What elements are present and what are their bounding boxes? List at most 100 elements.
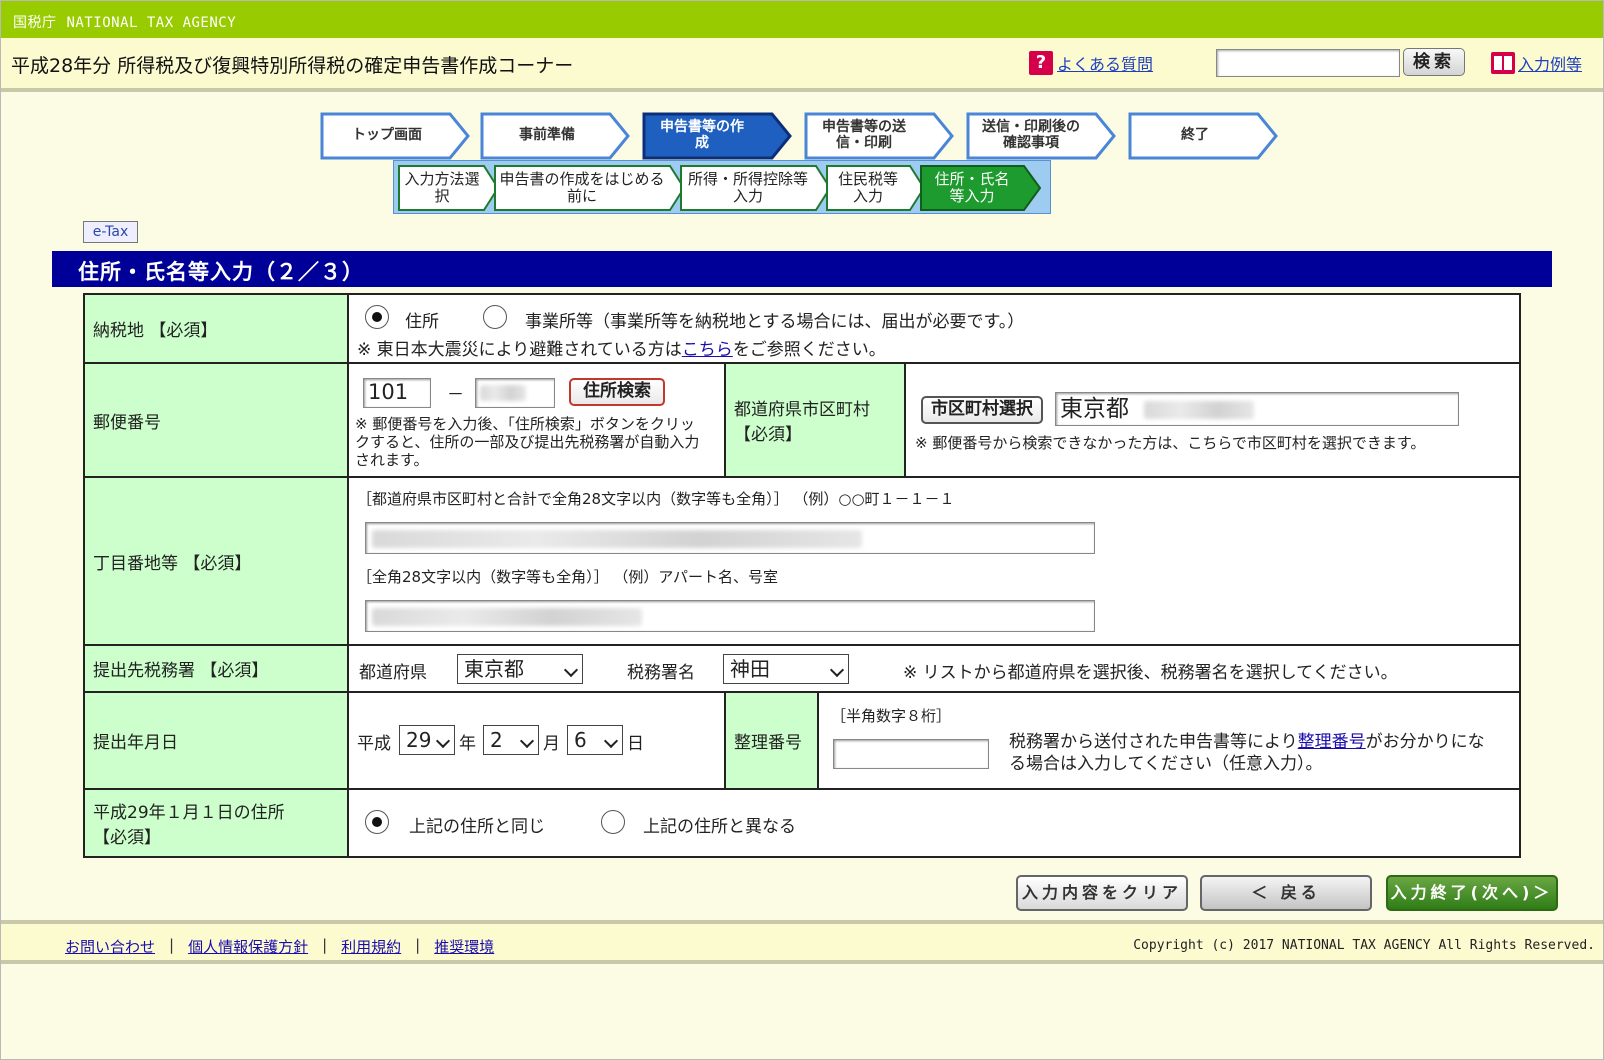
chome-label: 丁目番地等 【必須】 <box>85 478 349 644</box>
nozeichi-label: 納税地 【必須】 <box>85 295 349 362</box>
step-label: 終了 <box>1181 127 1209 143</box>
date-day-unit: 日 <box>627 734 644 754</box>
row-tax-office: 提出先税務署 【必須】 都道府県 東京都 税務署名 神田 ※ リストから都道府県… <box>85 646 1519 693</box>
tax-office-note: ※ リストから都道府県を選択後、税務署名を選択してください。 <box>903 663 1398 683</box>
chevron-down-icon <box>829 662 845 678</box>
redacted-value <box>372 608 642 626</box>
tax-office-pref-label: 都道府県 <box>359 663 427 683</box>
seiri-input[interactable] <box>833 739 989 769</box>
chevron-down-icon <box>519 733 535 749</box>
page-title: 平成28年分 所得税及び復興特別所得税の確定申告書作成コーナー <box>11 55 574 77</box>
tax-office-pref-value: 東京都 <box>464 657 524 681</box>
footer-separator: | <box>322 936 328 954</box>
chevron-down-icon <box>603 733 619 749</box>
seiri-label: 整理番号 <box>724 693 819 788</box>
prefecture-city-label-line2: 【必須】 <box>734 425 802 445</box>
question-icon: ? <box>1029 51 1053 75</box>
date-month-select[interactable]: 2 <box>483 725 539 755</box>
date-year-unit: 年 <box>459 734 476 754</box>
row-date: 提出年月日 平成 29 年 2 月 6 日 整理番号 ［半角数字８桁］ 税務署か… <box>85 693 1519 790</box>
clear-button[interactable]: 入力内容をクリア <box>1016 875 1188 911</box>
chome-hint2: ［全角28文字以内（数字等も全角）］ （例）アパート名、号室 <box>357 568 779 586</box>
search-input[interactable] <box>1216 49 1400 77</box>
postal-label: 郵便番号 <box>85 364 349 476</box>
tax-office-name-label: 税務署名 <box>627 663 695 683</box>
example-label[interactable]: 入力例等 <box>1518 51 1582 75</box>
row-nozeichi: 納税地 【必須】 住所 事業所等（事業所等を納税地とする場合には、届出が必要です… <box>85 295 1519 364</box>
faq-label[interactable]: よくある質問 <box>1057 51 1153 75</box>
address-form: 納税地 【必須】 住所 事業所等（事業所等を納税地とする場合には、届出が必要です… <box>83 293 1521 858</box>
redacted-value <box>1144 401 1254 419</box>
jan1-radio-different[interactable] <box>601 810 625 834</box>
substep-label: 申告書の作成をはじめる前に <box>499 170 665 205</box>
date-day-select[interactable]: 6 <box>567 725 623 755</box>
postal-code-second[interactable] <box>475 378 555 408</box>
date-month-unit: 月 <box>543 734 560 754</box>
chome-input2[interactable] <box>365 600 1095 632</box>
agency-name-en: NATIONAL TAX AGENCY <box>66 15 237 31</box>
copyright: Copyright (c) 2017 NATIONAL TAX AGENCY A… <box>1133 938 1595 953</box>
jan1-label-line2: 【必須】 <box>93 828 161 848</box>
search-button[interactable]: 検索 <box>1403 48 1465 76</box>
etax-badge: e-Tax <box>83 221 138 243</box>
faq-link[interactable]: ? よくある質問 <box>1029 51 1153 75</box>
chome-input1[interactable] <box>365 522 1095 554</box>
footer-link-terms[interactable]: 利用規約 <box>341 936 401 957</box>
prefecture-value: 東京都 <box>1060 396 1129 422</box>
agency-bar: 国税庁 NATIONAL TAX AGENCY <box>1 1 1603 38</box>
book-icon <box>1491 52 1515 74</box>
seiri-hint: ［半角数字８桁］ <box>831 707 952 725</box>
jan1-label: 平成29年１月１日の住所 【必須】 <box>85 790 349 856</box>
chevron-down-icon <box>435 733 451 749</box>
date-label: 提出年月日 <box>85 693 349 788</box>
nozeichi-radio-office[interactable] <box>483 305 507 329</box>
date-month-value: 2 <box>490 728 503 752</box>
city-select-button[interactable]: 市区町村選択 <box>921 396 1043 424</box>
prefecture-city-input[interactable]: 東京都 <box>1055 392 1459 426</box>
footer-separator: | <box>415 936 421 954</box>
row-chome: 丁目番地等 【必須】 ［都道府県市区町村と合計で全角28文字以内（数字等も全角）… <box>85 478 1519 646</box>
prefecture-city-note: ※ 郵便番号から検索できなかった方は、こちらで市区町村を選択できます。 <box>915 434 1426 452</box>
footer-links: お問い合わせ | 個人情報保護方針 | 利用規約 | 推奨環境 <box>65 936 494 957</box>
footer-link-environment[interactable]: 推奨環境 <box>434 936 494 957</box>
date-day-value: 6 <box>574 728 587 752</box>
chome-hint1: ［都道府県市区町村と合計で全角28文字以内（数字等も全角）］ （例）○○町１－１… <box>357 490 955 508</box>
postal-note: ※ 郵便番号を入力後、「住所検索」ボタンをクリックすると、住所の一部及び提出先税… <box>355 415 700 469</box>
date-year-value: 29 <box>406 728 432 752</box>
example-link[interactable]: 入力例等 <box>1491 51 1582 75</box>
prefecture-city-label: 都道府県市区町村 【必須】 <box>724 364 906 476</box>
next-button[interactable]: 入力終了(次へ)＞ <box>1386 875 1558 911</box>
row-postal: 郵便番号 101 － 住所検索 ※ 郵便番号を入力後、「住所検索」ボタンをクリッ… <box>85 364 1519 478</box>
substep-label: 入力方法選択 <box>404 170 480 205</box>
nozeichi-note: ※ 東日本大震災により避難されている方はこちらをご参照ください。 <box>357 335 886 360</box>
postal-dash: － <box>447 385 464 405</box>
tax-office-pref-select[interactable]: 東京都 <box>457 654 583 684</box>
title-bar: 平成28年分 所得税及び復興特別所得税の確定申告書作成コーナー ? よくある質問… <box>1 38 1603 92</box>
agency-name-ja: 国税庁 <box>13 15 57 31</box>
jan1-option-different: 上記の住所と異なる <box>643 817 796 837</box>
seiri-link[interactable]: 整理番号 <box>1298 732 1366 752</box>
footer-link-contact[interactable]: お問い合わせ <box>65 936 155 957</box>
redacted-value <box>480 385 526 401</box>
tax-office-label: 提出先税務署 【必須】 <box>85 646 349 691</box>
redacted-value <box>372 530 862 548</box>
section-title: 住所・氏名等入力（２／３） <box>52 251 1552 287</box>
nozeichi-option-address: 住所 <box>405 312 439 332</box>
substep-label: 所得・所得控除等入力 <box>687 170 808 205</box>
address-search-button[interactable]: 住所検索 <box>569 378 665 406</box>
footer-link-privacy[interactable]: 個人情報保護方針 <box>188 936 308 957</box>
prefecture-city-label-line1: 都道府県市区町村 <box>734 400 870 420</box>
seiri-note-prefix: 税務署から送付された申告書等により <box>1009 732 1298 752</box>
postal-code-first[interactable]: 101 <box>363 378 431 408</box>
nozeichi-note-prefix: ※ 東日本大震災により避難されている方は <box>357 340 682 360</box>
sub-steps: 入力方法選択 申告書の作成をはじめる前に 所得・所得控除等入力 住民税等入力 住… <box>393 160 1051 214</box>
jan1-radio-same[interactable] <box>365 810 389 834</box>
back-button[interactable]: ＜ 戻る <box>1200 875 1372 911</box>
kochira-link[interactable]: こちら <box>682 340 733 360</box>
date-year-select[interactable]: 29 <box>399 725 455 755</box>
tax-office-name-select[interactable]: 神田 <box>723 654 849 684</box>
nozeichi-radio-address[interactable] <box>365 305 389 329</box>
seiri-note: 税務署から送付された申告書等により整理番号がお分かりになる場合は入力してください… <box>1009 731 1499 775</box>
tax-office-name-value: 神田 <box>730 657 770 681</box>
jan1-option-same: 上記の住所と同じ <box>409 817 545 837</box>
